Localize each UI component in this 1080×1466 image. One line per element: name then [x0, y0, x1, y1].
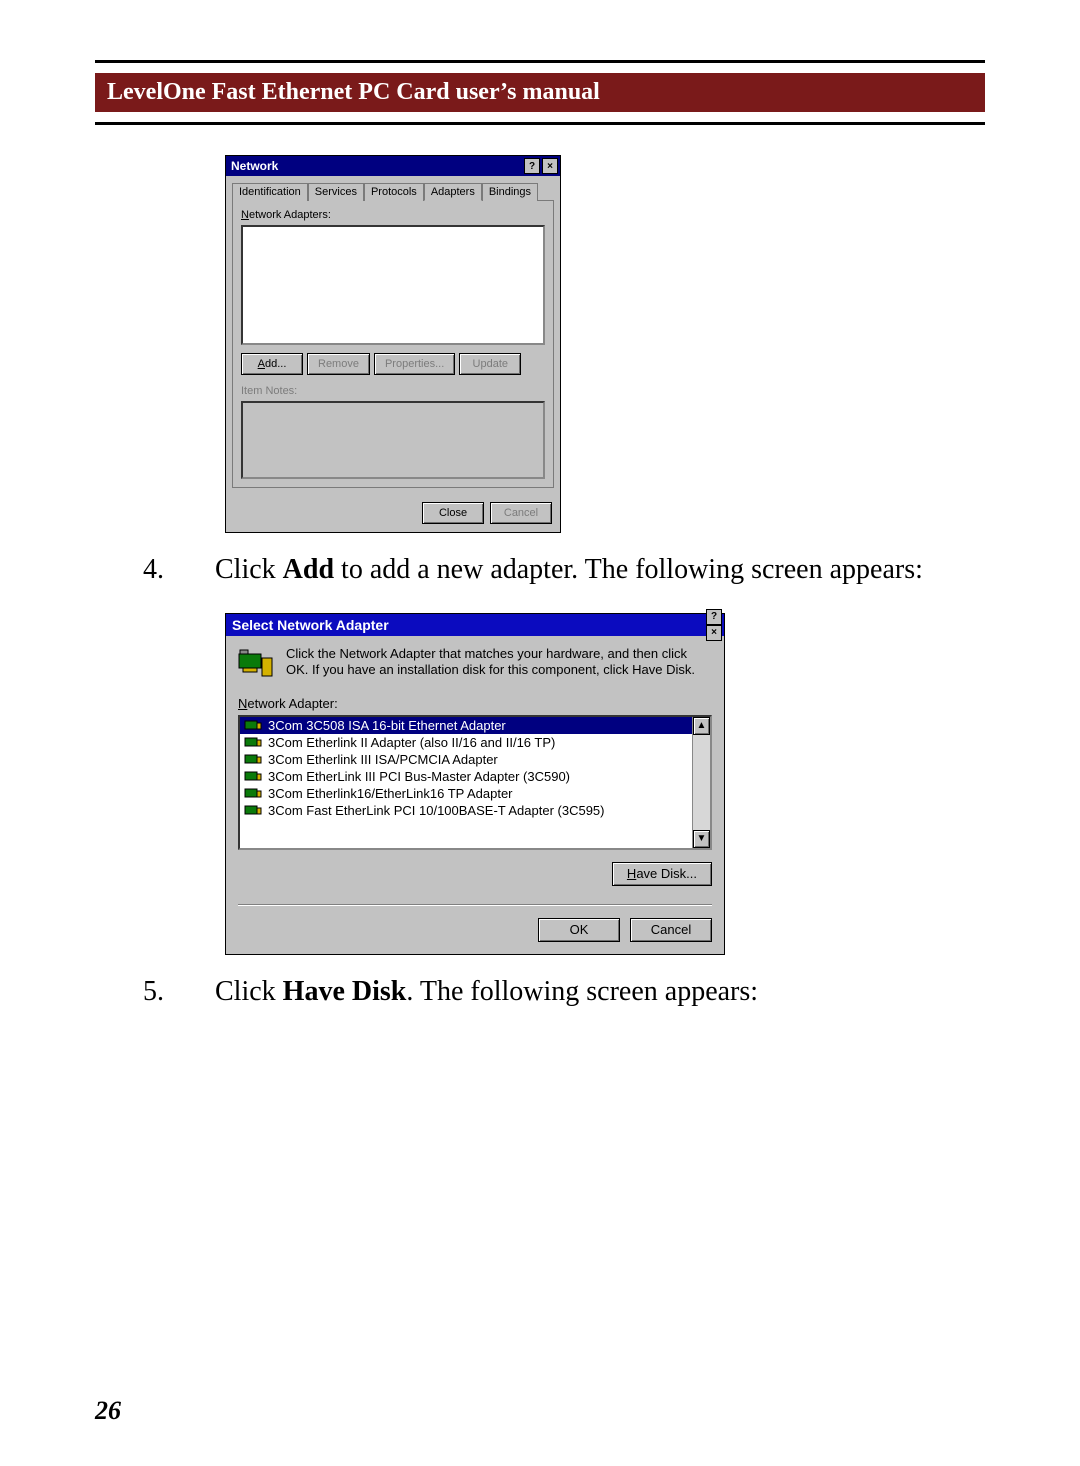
- step-5-text-a: Click: [215, 976, 283, 1007]
- network-adapters-label: Network Adapters:: [241, 209, 545, 221]
- help-icon[interactable]: ?: [706, 609, 722, 625]
- label-text: etwork Adapters:: [249, 209, 331, 221]
- step-4-text-a: Click: [215, 554, 283, 585]
- item-notes-label: Item Notes:: [241, 385, 545, 397]
- list-item-label: 3Com Etherlink III ISA/PCMCIA Adapter: [268, 752, 498, 767]
- remove-button[interactable]: Remove: [307, 353, 370, 375]
- tab-identification[interactable]: Identification: [232, 183, 308, 201]
- adapters-panel: Network Adapters: Add... Remove Properti…: [232, 200, 554, 488]
- scrollbar[interactable]: ▲ ▼: [692, 717, 710, 848]
- properties-button[interactable]: Properties...: [374, 353, 455, 375]
- scroll-up-icon[interactable]: ▲: [693, 717, 710, 735]
- step-4-number: 4.: [179, 551, 215, 589]
- step-5-text-b: . The following screen appears:: [406, 976, 758, 1007]
- tab-adapters[interactable]: Adapters: [424, 183, 482, 201]
- step-5-number: 5.: [179, 973, 215, 1011]
- close-button[interactable]: Close: [422, 502, 484, 524]
- adapter-item-icon: [244, 786, 262, 800]
- list-item[interactable]: 3Com Etherlink III ISA/PCMCIA Adapter: [240, 751, 692, 768]
- list-item-label: 3Com Etherlink16/EtherLink16 TP Adapter: [268, 786, 513, 801]
- adapter-list[interactable]: 3Com 3C508 ISA 16-bit Ethernet Adapter 3…: [238, 715, 712, 850]
- step-5: 5.Click Have Disk. The following screen …: [95, 973, 985, 1011]
- step-4: 4.Click Add to add a new adapter. The fo…: [95, 551, 985, 589]
- adapter-item-icon: [244, 718, 262, 732]
- adapters-listbox[interactable]: [241, 225, 545, 345]
- select-adapter-instruction: Click the Network Adapter that matches y…: [286, 646, 712, 679]
- cancel-button[interactable]: Cancel: [630, 918, 712, 942]
- tab-bindings[interactable]: Bindings: [482, 183, 538, 201]
- adapter-item-icon: [244, 803, 262, 817]
- network-tabs: Identification Services Protocols Adapte…: [232, 182, 554, 200]
- select-adapter-title: Select Network Adapter: [232, 617, 389, 633]
- network-dialog-titlebar: Network ? ×: [226, 156, 560, 176]
- list-item[interactable]: 3Com Etherlink16/EtherLink16 TP Adapter: [240, 785, 692, 802]
- list-item[interactable]: 3Com Etherlink II Adapter (also II/16 an…: [240, 734, 692, 751]
- have-disk-button[interactable]: Have Disk...: [612, 862, 712, 886]
- page-number: 26: [95, 1396, 121, 1426]
- list-item-label: 3Com Etherlink II Adapter (also II/16 an…: [268, 735, 555, 750]
- adapter-item-icon: [244, 735, 262, 749]
- update-button[interactable]: Update: [459, 353, 521, 375]
- adapter-item-icon: [244, 769, 262, 783]
- list-item-label: 3Com Fast EtherLink PCI 10/100BASE-T Ada…: [268, 803, 604, 818]
- help-icon[interactable]: ?: [524, 158, 540, 174]
- ok-button[interactable]: OK: [538, 918, 620, 942]
- item-notes-box: [241, 401, 545, 479]
- page-header-band: LevelOne Fast Ethernet PC Card user’s ma…: [95, 73, 985, 112]
- scroll-down-icon[interactable]: ▼: [693, 830, 710, 848]
- step-4-text-b: to add a new adapter. The following scre…: [334, 554, 923, 585]
- close-icon[interactable]: ×: [542, 158, 558, 174]
- list-item[interactable]: 3Com Fast EtherLink PCI 10/100BASE-T Ada…: [240, 802, 692, 819]
- select-adapter-dialog: Select Network Adapter ? ×: [225, 613, 725, 955]
- list-item-label: 3Com EtherLink III PCI Bus-Master Adapte…: [268, 769, 570, 784]
- network-adapter-list-label: Network Adapter:: [238, 696, 712, 711]
- adapter-item-icon: [244, 752, 262, 766]
- step-4-bold: Add: [283, 554, 334, 585]
- network-dialog-title: Network: [231, 159, 278, 173]
- close-icon[interactable]: ×: [706, 625, 722, 641]
- tab-protocols[interactable]: Protocols: [364, 183, 424, 201]
- select-adapter-titlebar: Select Network Adapter ? ×: [226, 614, 724, 636]
- top-rule: [95, 60, 985, 63]
- cancel-button[interactable]: Cancel: [490, 502, 552, 524]
- add-button[interactable]: Add...: [241, 353, 303, 375]
- step-5-bold: Have Disk: [283, 976, 407, 1007]
- separator: [238, 904, 712, 906]
- tab-services[interactable]: Services: [308, 183, 364, 201]
- list-item-label: 3Com 3C508 ISA 16-bit Ethernet Adapter: [268, 718, 506, 733]
- list-item[interactable]: 3Com 3C508 ISA 16-bit Ethernet Adapter: [240, 717, 692, 734]
- adapter-device-icon: [238, 646, 274, 682]
- network-dialog: Network ? × Identification Services Prot…: [225, 155, 561, 533]
- list-item[interactable]: 3Com EtherLink III PCI Bus-Master Adapte…: [240, 768, 692, 785]
